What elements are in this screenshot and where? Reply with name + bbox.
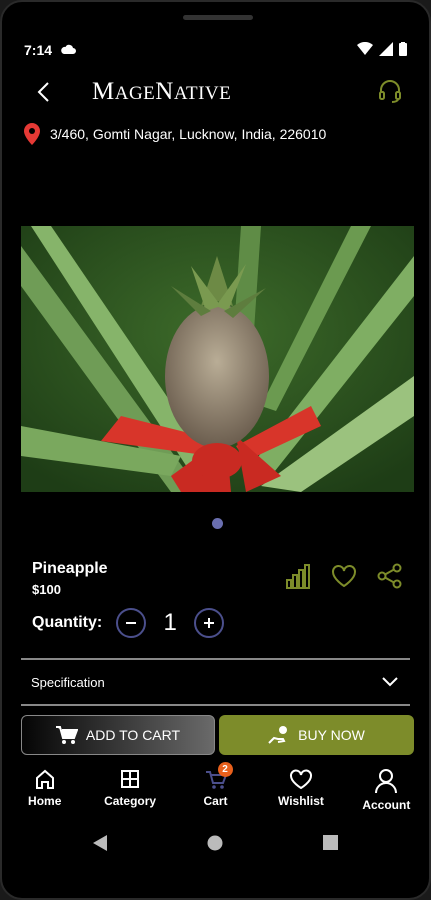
plus-icon (204, 618, 215, 628)
phone-frame: 7:14 MAGENATIVE 3/460, Gomti Nagar, Luck… (0, 0, 431, 900)
headset-icon[interactable] (377, 78, 403, 104)
cart-count-badge: 2 (217, 762, 233, 777)
system-recents-icon[interactable] (323, 835, 338, 855)
person-icon (375, 769, 398, 794)
system-home-icon[interactable] (207, 835, 223, 856)
status-bar: 7:14 (24, 40, 407, 60)
nav-label-wishlist: Wishlist (277, 794, 324, 808)
brand-letters: ATIVE (173, 83, 232, 104)
app-bar: MAGENATIVE (2, 72, 429, 112)
nav-label-cart: Cart (203, 794, 228, 808)
nav-item-account[interactable]: Account (344, 762, 429, 818)
nav-item-wishlist[interactable]: Wishlist (258, 762, 343, 818)
chevron-down-icon (382, 675, 398, 690)
decrease-quantity-button[interactable] (116, 608, 147, 638)
brand-letter: N (155, 78, 174, 105)
home-icon (35, 769, 54, 789)
buy-now-button[interactable]: BUY NOW (219, 715, 414, 755)
specification-accordion[interactable]: Specification (21, 666, 410, 698)
cloud-icon (60, 42, 77, 58)
wifi-icon (357, 41, 373, 59)
brand-logo: MAGENATIVE (92, 78, 231, 106)
divider (21, 704, 410, 706)
nav-label-home: Home (28, 794, 62, 808)
carousel-indicator[interactable] (212, 518, 223, 529)
nav-item-home[interactable]: Home (2, 762, 87, 818)
hand-coin-icon (268, 726, 288, 744)
nav-item-category[interactable]: Category (87, 762, 172, 818)
speaker-grill (183, 15, 253, 20)
product-name: Pineapple (32, 560, 108, 577)
nav-label-category: Category (104, 794, 157, 808)
address-text: 3/460, Gomti Nagar, Lucknow, India, 2260… (50, 126, 327, 142)
back-arrow-icon[interactable] (32, 80, 56, 104)
product-price: $100 (32, 582, 61, 597)
specification-label: Specification (31, 674, 105, 690)
quantity-value: 1 (163, 609, 177, 636)
location-pin-icon (24, 123, 40, 145)
divider (21, 658, 410, 660)
quantity-stepper: Quantity: 1 (32, 608, 225, 638)
add-to-cart-button[interactable]: ADD TO CART (21, 715, 215, 755)
share-icon[interactable] (376, 562, 404, 590)
grid-icon (121, 770, 140, 788)
nav-item-cart[interactable]: 2 Cart (173, 762, 258, 818)
system-navigation-bar (2, 830, 429, 860)
brand-letters: AGE (114, 83, 156, 104)
cart-icon (55, 726, 78, 744)
heart-icon (289, 769, 312, 790)
status-time: 7:14 (24, 42, 53, 58)
bottom-navigation: Home Category 2 Cart Wishlist Account (2, 762, 429, 818)
product-image[interactable] (21, 226, 414, 492)
status-icons (357, 41, 407, 59)
quantity-label: Quantity: (32, 614, 103, 631)
delivery-address[interactable]: 3/460, Gomti Nagar, Lucknow, India, 2260… (24, 123, 409, 145)
nav-label-account: Account (362, 798, 411, 812)
buy-now-label: BUY NOW (298, 727, 365, 743)
brand-letter: M (92, 78, 115, 105)
increase-quantity-button[interactable] (194, 608, 225, 638)
signal-icon (379, 41, 393, 59)
heart-icon[interactable] (330, 562, 358, 590)
minus-icon (126, 622, 137, 624)
compare-chart-icon[interactable] (284, 562, 312, 590)
system-back-icon[interactable] (93, 834, 107, 856)
product-actions (284, 562, 404, 590)
add-to-cart-label: ADD TO CART (85, 727, 181, 743)
battery-icon (399, 41, 407, 59)
